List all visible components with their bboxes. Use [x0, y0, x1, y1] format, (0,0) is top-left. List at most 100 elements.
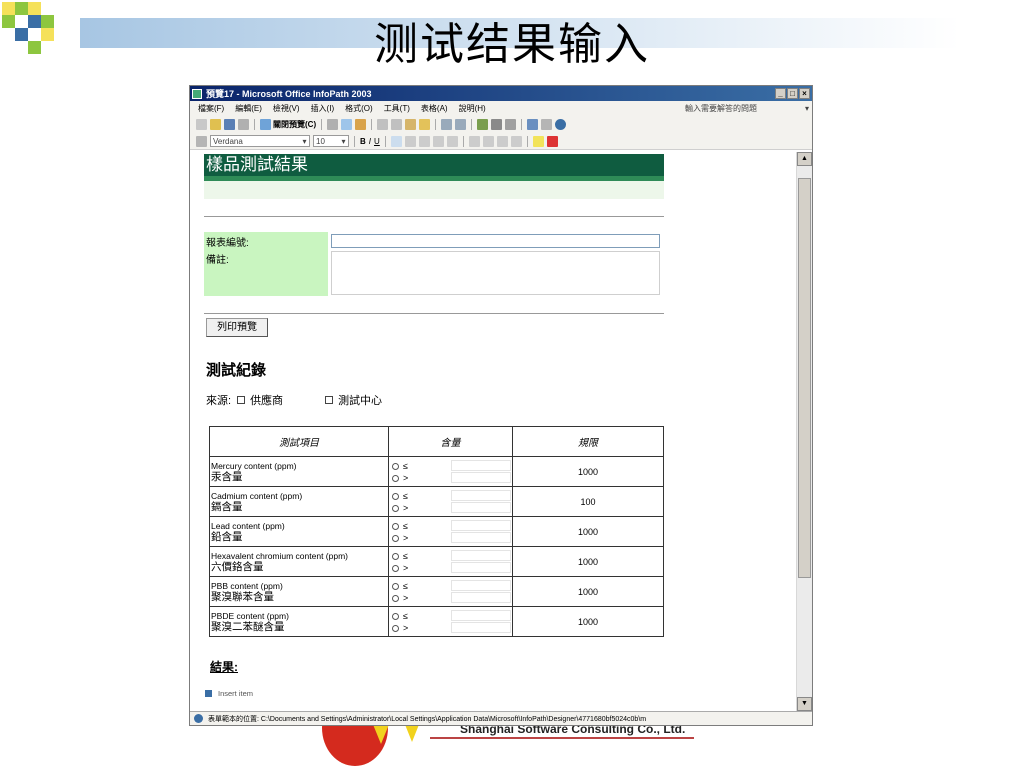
test-item-en: Lead content (ppm) [211, 520, 285, 531]
gt-radio[interactable] [392, 624, 399, 632]
bold-icon[interactable]: B [360, 137, 366, 146]
line-spacing-icon[interactable] [446, 135, 458, 147]
comparison-cell: ≤ > [388, 486, 451, 517]
test-item-zh: 聚溴二苯醚含量 [211, 620, 285, 633]
decrease-indent-icon[interactable] [496, 135, 508, 147]
menu-edit[interactable]: 編輯(E) [235, 103, 262, 114]
amount-input[interactable] [450, 472, 511, 483]
cut-icon[interactable] [377, 119, 389, 130]
numbered-list-icon[interactable] [468, 135, 480, 147]
highlight-icon[interactable] [532, 135, 544, 147]
chevron-down-icon: ▾ [804, 104, 809, 113]
format-painter-icon[interactable] [419, 119, 431, 130]
menu-format[interactable]: 格式(O) [345, 103, 373, 114]
increase-indent-icon[interactable] [510, 135, 522, 147]
remark-textarea[interactable] [331, 251, 660, 295]
print-preview-icon[interactable] [341, 119, 353, 130]
help-icon[interactable] [555, 119, 567, 130]
comparison-cell: ≤ > [388, 546, 451, 577]
justify-icon[interactable] [432, 135, 444, 147]
redo-icon[interactable] [455, 119, 467, 130]
le-radio[interactable] [392, 492, 399, 500]
task-pane-icon[interactable] [505, 119, 517, 130]
table-row: Lead content (ppm) 鉛含量 ≤ > 1000 [209, 516, 664, 547]
print-icon[interactable] [238, 119, 249, 130]
italic-icon[interactable]: I [369, 137, 371, 146]
align-center-icon[interactable] [404, 135, 416, 147]
amount-input[interactable] [450, 532, 511, 543]
undo-icon[interactable] [441, 119, 453, 130]
help-question-box[interactable]: 輸入需要解答的問題 ▾ [684, 103, 810, 114]
font-select[interactable]: Verdana ▾ [210, 135, 310, 147]
close-button[interactable]: × [799, 88, 810, 99]
amount-input[interactable] [450, 490, 511, 501]
print-icon[interactable] [327, 119, 339, 130]
insert-item-link[interactable]: Insert item [205, 689, 253, 698]
bullet-list-icon[interactable] [482, 135, 494, 147]
amount-input[interactable] [450, 610, 511, 621]
underline-icon[interactable]: U [374, 137, 380, 146]
amount-input[interactable] [450, 460, 511, 471]
scroll-thumb[interactable] [798, 178, 811, 578]
test-item-zh: 六價鉻含量 [211, 560, 264, 573]
menu-table[interactable]: 表格(A) [421, 103, 448, 114]
save-icon[interactable] [224, 119, 235, 130]
chart-icon[interactable] [527, 119, 539, 130]
open-folder-icon[interactable] [210, 119, 221, 130]
gt-radio[interactable] [392, 504, 399, 512]
result-label: 結果: [210, 660, 238, 674]
close-preview-button[interactable]: 關閉預覽(C) [260, 119, 316, 130]
gt-radio[interactable] [392, 534, 399, 542]
font-size-select[interactable]: 10 ▾ [313, 135, 349, 147]
design-icon[interactable] [196, 119, 207, 130]
supplier-checkbox[interactable] [237, 396, 246, 404]
amount-input[interactable] [450, 562, 511, 573]
gt-label: > [403, 592, 409, 603]
menu-help[interactable]: 說明(H) [459, 103, 486, 114]
copy-icon[interactable] [391, 119, 403, 130]
report-no-input[interactable] [331, 234, 660, 248]
menu-view[interactable]: 檢視(V) [273, 103, 300, 114]
le-radio[interactable] [392, 582, 399, 590]
table-icon[interactable] [491, 119, 503, 130]
gt-label: > [403, 472, 409, 483]
le-radio[interactable] [392, 552, 399, 560]
maximize-button[interactable]: □ [787, 88, 798, 99]
amount-input[interactable] [450, 580, 511, 591]
records-title: 測試紀錄 [206, 362, 267, 379]
comparison-cell: ≤ > [388, 516, 451, 547]
font-color-icon[interactable] [546, 135, 558, 147]
le-radio[interactable] [392, 522, 399, 530]
find-icon[interactable] [541, 119, 553, 130]
amount-input[interactable] [450, 550, 511, 561]
align-left-icon[interactable] [390, 135, 402, 147]
font-value: Verdana [213, 136, 243, 146]
spelling-icon[interactable] [355, 119, 367, 130]
test-center-checkbox[interactable] [325, 396, 334, 404]
close-preview-label: 關閉預覽(C) [273, 120, 317, 129]
gt-radio[interactable] [392, 474, 399, 482]
le-radio[interactable] [392, 612, 399, 620]
hyperlink-icon[interactable] [477, 119, 489, 130]
amount-input[interactable] [450, 592, 511, 603]
vertical-scrollbar[interactable]: ▲ ▼ [796, 152, 812, 711]
style-icon[interactable] [196, 135, 207, 147]
gt-radio[interactable] [392, 564, 399, 572]
amount-input[interactable] [450, 520, 511, 531]
align-right-icon[interactable] [418, 135, 430, 147]
amount-input[interactable] [450, 622, 511, 633]
paste-icon[interactable] [405, 119, 417, 130]
gt-radio[interactable] [392, 594, 399, 602]
menu-file[interactable]: 檔案(F) [198, 103, 224, 114]
chevron-down-icon: ▾ [302, 136, 307, 146]
amount-input[interactable] [450, 502, 511, 513]
header-limit: 規限 [512, 426, 664, 457]
help-placeholder: 輸入需要解答的問題 [685, 104, 757, 113]
scroll-up-icon[interactable]: ▲ [797, 152, 812, 166]
scroll-down-icon[interactable]: ▼ [797, 697, 812, 711]
menu-insert[interactable]: 插入(I) [311, 103, 335, 114]
menu-tools[interactable]: 工具(T) [384, 103, 410, 114]
print-preview-button[interactable]: 列印預覽 [206, 318, 268, 337]
le-radio[interactable] [392, 462, 399, 470]
minimize-button[interactable]: _ [775, 88, 786, 99]
